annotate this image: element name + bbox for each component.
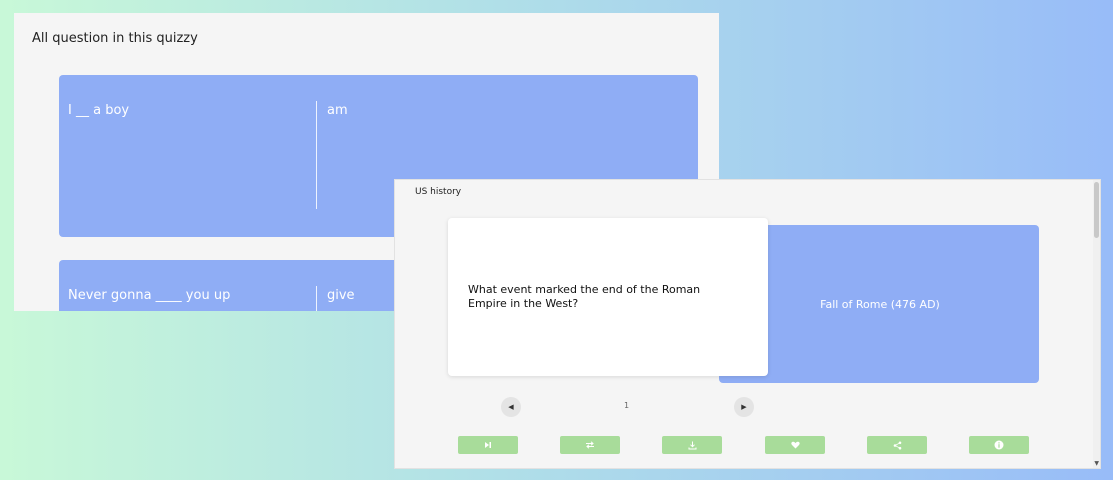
heart-icon [790,441,800,449]
next-card-button[interactable]: ▶ [734,397,754,417]
info-icon [994,440,1004,450]
favorite-button[interactable] [765,436,825,454]
question-text: I __ a boy [68,103,130,118]
caret-left-icon: ◀ [508,403,514,411]
skip-button[interactable] [458,436,518,454]
swap-icon [586,441,594,449]
swap-button[interactable] [560,436,620,454]
question-text: Never gonna ____ you up [68,288,231,303]
vertical-scrollbar[interactable]: ▼ [1093,180,1100,468]
deck-title: US history [415,187,462,197]
download-button[interactable] [662,436,722,454]
page-number: 1 [624,401,630,410]
download-icon [688,441,696,449]
card-divider [316,101,317,209]
card-divider [316,286,317,311]
flashcard-question-side[interactable]: What event marked the end of the Roman E… [448,218,768,376]
share-icon [893,441,901,449]
share-button[interactable] [867,436,927,454]
answer-text: give [327,288,355,303]
skip-icon [485,442,491,448]
info-button[interactable] [969,436,1029,454]
scrollbar-thumb[interactable] [1094,182,1099,238]
answer-text: am [327,103,348,118]
question-list-title: All question in this quizzy [32,31,198,46]
scroll-down-icon[interactable]: ▼ [1094,461,1099,467]
caret-right-icon: ▶ [741,403,747,411]
flashcard-window: US history Fall of Rome (476 AD) What ev… [395,180,1100,468]
previous-card-button[interactable]: ◀ [501,397,521,417]
flashcard-answer: Fall of Rome (476 AD) [820,297,940,311]
flashcard-question: What event marked the end of the Roman E… [468,283,701,310]
